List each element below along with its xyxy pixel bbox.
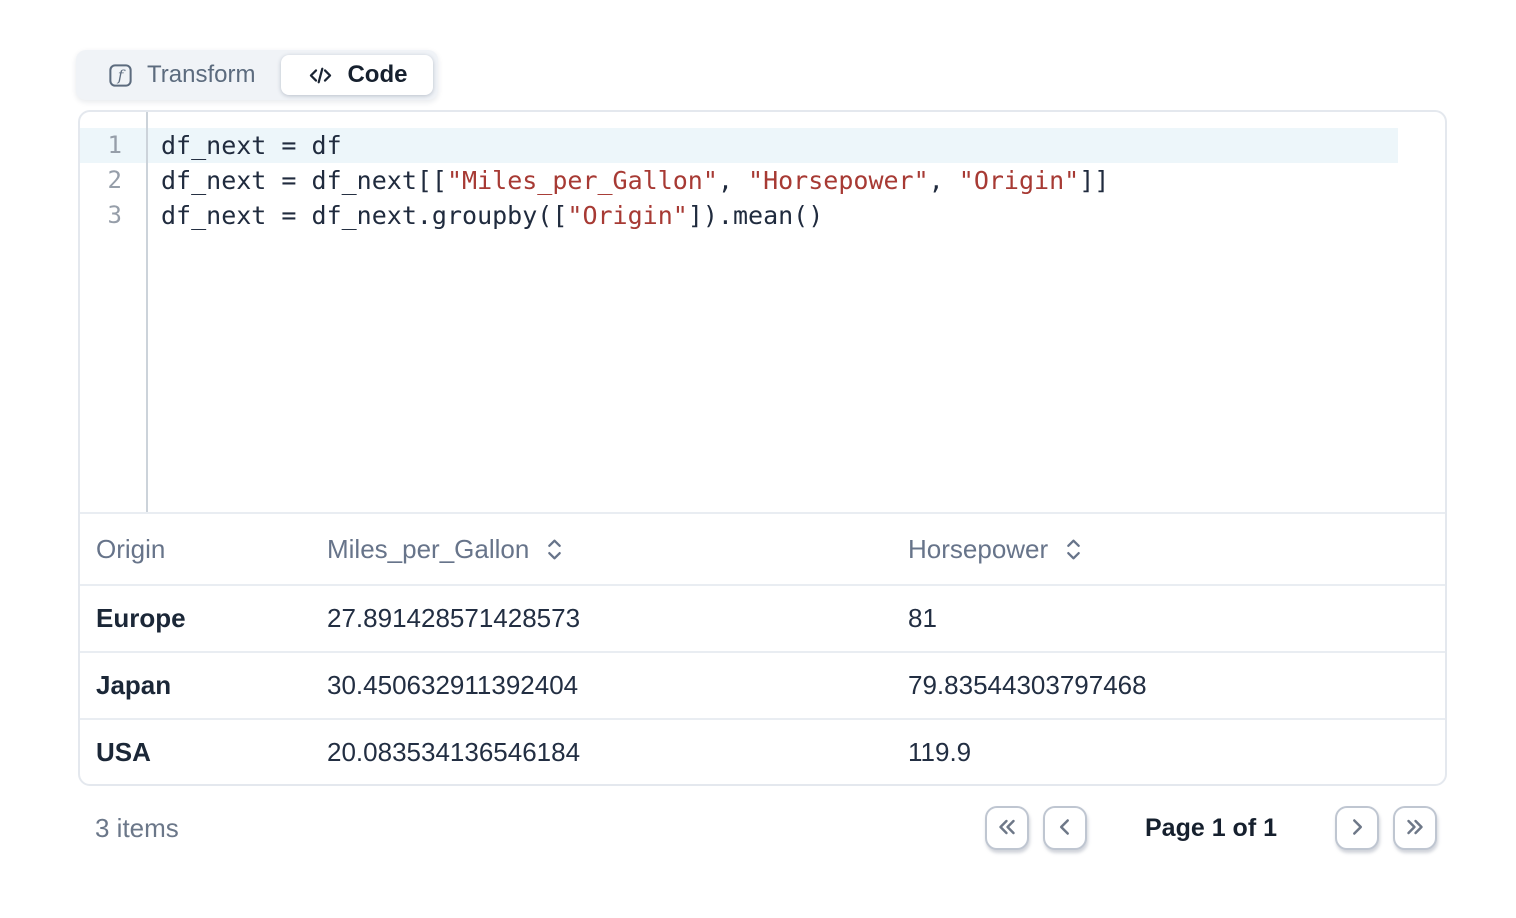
- pagination-bar: 3 items Page 1 of 1: [78, 788, 1447, 868]
- chevrons-right-icon: [1402, 814, 1428, 843]
- value-cell: 27.891428571428573: [311, 603, 892, 634]
- pager: Page 1 of 1: [985, 806, 1437, 850]
- first-page-button[interactable]: [985, 806, 1029, 850]
- value-cell: 79.83544303797468: [892, 670, 1445, 701]
- column-header-label: Horsepower: [908, 534, 1048, 565]
- line-number: 3: [80, 198, 146, 233]
- code-line[interactable]: 2df_next = df_next[["Miles_per_Gallon", …: [80, 163, 1445, 198]
- row-label-cell: USA: [80, 737, 311, 768]
- code-icon: [307, 62, 334, 89]
- items-count: 3 items: [95, 813, 179, 844]
- code-line[interactable]: 3df_next = df_next.groupby(["Origin"]).m…: [80, 198, 1445, 233]
- chevron-right-icon: [1344, 814, 1370, 843]
- line-number: 2: [80, 163, 146, 198]
- next-page-button[interactable]: [1335, 806, 1379, 850]
- column-header-miles_per_gallon[interactable]: Miles_per_Gallon: [311, 534, 892, 565]
- code-line[interactable]: 1df_next = df: [80, 128, 1445, 163]
- column-header-origin: Origin: [80, 534, 311, 565]
- value-cell: 119.9: [892, 737, 1445, 768]
- sort-icon: [1063, 536, 1084, 563]
- table-row: USA20.083534136546184119.9: [80, 718, 1445, 785]
- table-header-row: Origin Miles_per_Gallon Horsepower: [80, 512, 1445, 584]
- table-row: Japan30.45063291139240479.83544303797468: [80, 651, 1445, 718]
- column-header-horsepower[interactable]: Horsepower: [892, 534, 1445, 565]
- prev-page-button[interactable]: [1043, 806, 1087, 850]
- sort-icon: [544, 536, 565, 563]
- table-row: Europe27.89142857142857381: [80, 584, 1445, 651]
- tab-code-label: Code: [347, 61, 407, 89]
- chevron-left-icon: [1052, 814, 1078, 843]
- tab-code[interactable]: Code: [281, 55, 433, 95]
- value-cell: 30.450632911392404: [311, 670, 892, 701]
- code-line-content: df_next = df_next[["Miles_per_Gallon", "…: [146, 163, 1109, 198]
- app-window: f Transform Code 1df_next = df2df_next =…: [0, 0, 1516, 918]
- row-label-cell: Europe: [80, 603, 311, 634]
- result-table: Origin Miles_per_Gallon Horsepower Europe27…: [80, 512, 1445, 785]
- line-number: 1: [80, 128, 146, 163]
- column-header-label: Miles_per_Gallon: [327, 534, 529, 565]
- code-line-content: df_next = df_next.groupby(["Origin"]).me…: [146, 198, 823, 233]
- view-tabs: f Transform Code: [76, 50, 438, 100]
- page-indicator: Page 1 of 1: [1145, 814, 1277, 843]
- svg-text:f: f: [117, 66, 126, 84]
- gutter-divider: [146, 112, 148, 512]
- code-editor[interactable]: 1df_next = df2df_next = df_next[["Miles_…: [80, 112, 1445, 512]
- value-cell: 81: [892, 603, 1445, 634]
- chevrons-left-icon: [994, 814, 1020, 843]
- column-header-label: Origin: [96, 534, 165, 565]
- last-page-button[interactable]: [1393, 806, 1437, 850]
- tab-transform-label: Transform: [147, 61, 255, 89]
- row-label-cell: Japan: [80, 670, 311, 701]
- tab-transform[interactable]: f Transform: [81, 55, 281, 95]
- content-card: 1df_next = df2df_next = df_next[["Miles_…: [78, 110, 1447, 786]
- value-cell: 20.083534136546184: [311, 737, 892, 768]
- code-line-content: df_next = df: [146, 128, 342, 163]
- function-square-icon: f: [107, 62, 134, 89]
